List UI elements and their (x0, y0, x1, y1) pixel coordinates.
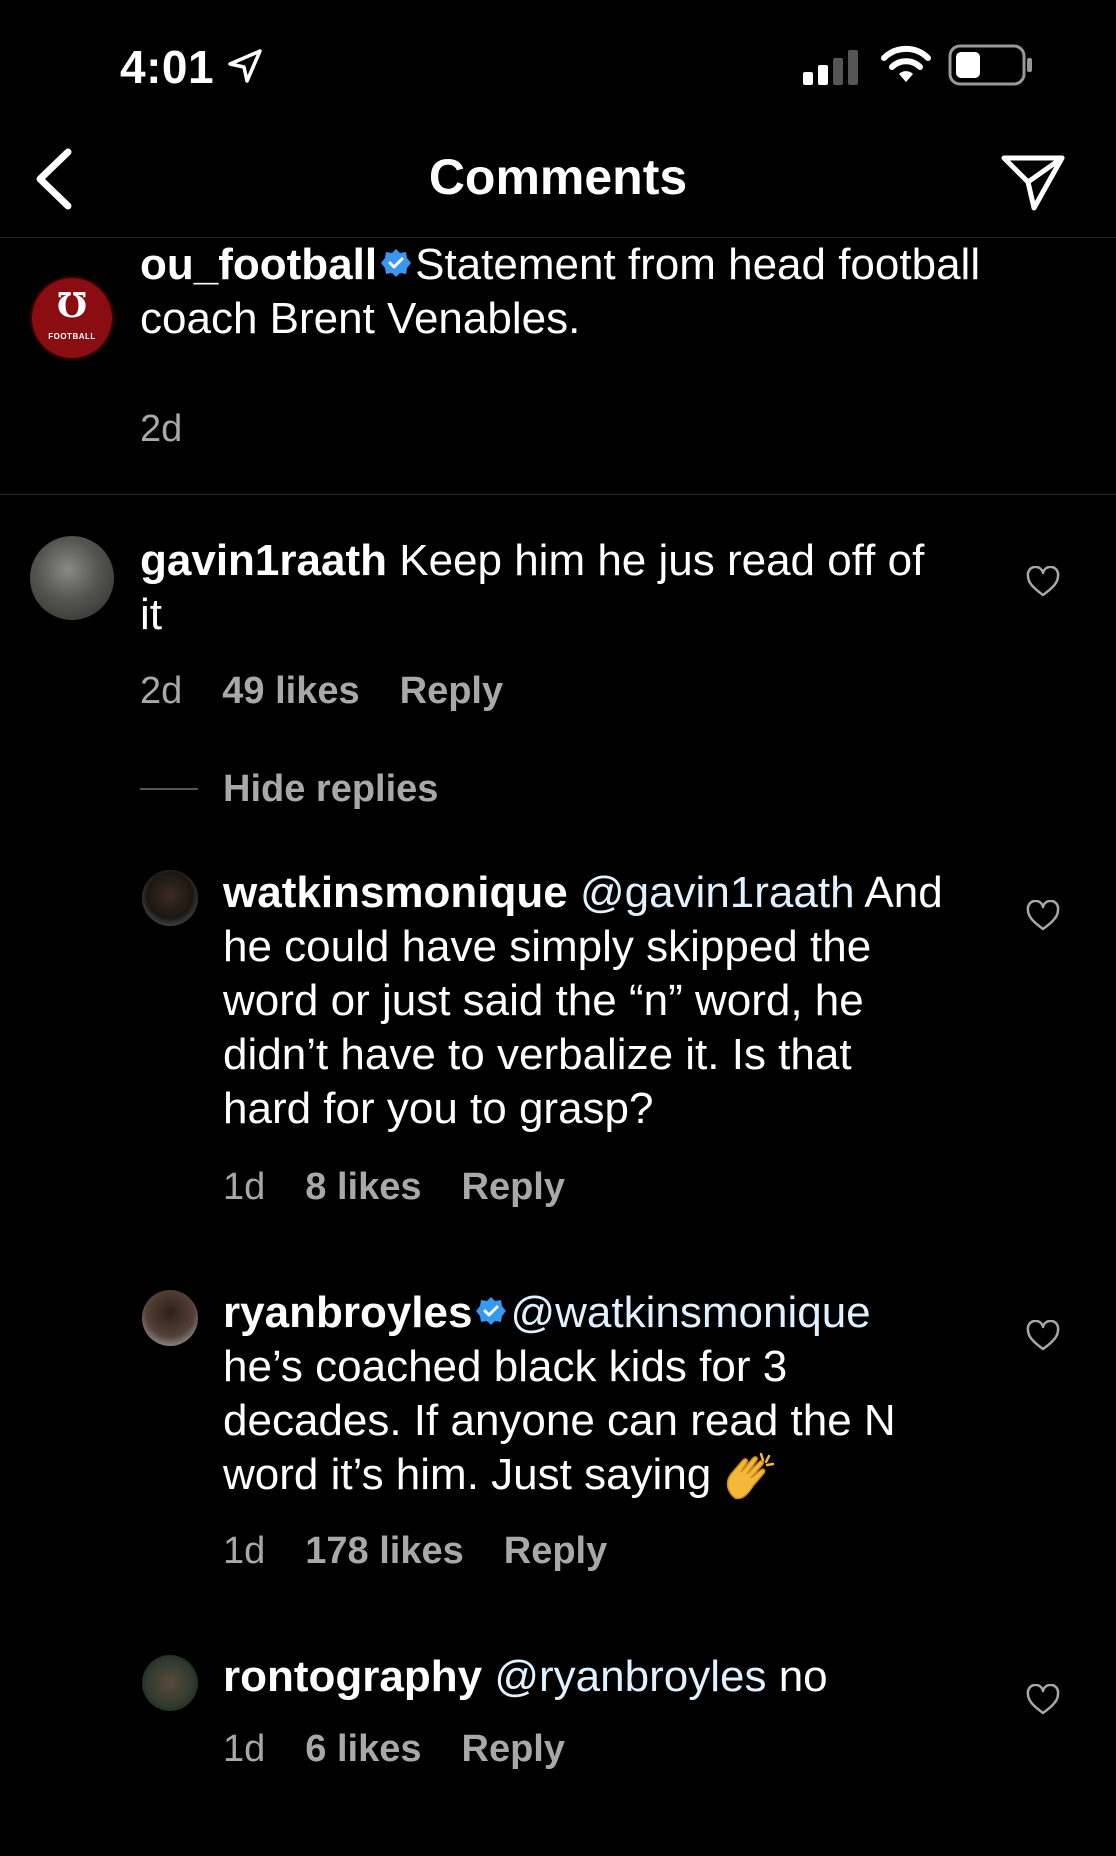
hide-replies-button[interactable]: Hide replies (223, 768, 438, 811)
hide-replies-divider (140, 788, 198, 790)
reply-text-line4: word it’s him. Just saying (223, 1450, 712, 1499)
reply-likes[interactable]: 178 likes (305, 1530, 463, 1572)
reply-time: 1d (223, 1530, 266, 1572)
caption-text-line2: coach Brent Venables. (140, 294, 581, 343)
ou-logo-icon: ℧ (56, 286, 88, 326)
reply-button[interactable]: Reply (400, 670, 503, 712)
reply-text-line1: no (778, 1652, 828, 1701)
reply-text-line5: hard for you to grasp? (223, 1084, 654, 1133)
reply-time: 1d (223, 1166, 266, 1208)
reply-meta: 1d 6 likes Reply (223, 1728, 605, 1771)
reply-likes[interactable]: 6 likes (305, 1728, 421, 1770)
avatar-logo-text: FOOTBALL (48, 332, 96, 341)
reply-text-block: rontography @ryanbroyles no (223, 1650, 1003, 1704)
wifi-icon (881, 45, 931, 82)
reply-text-line3: decades. If anyone can read the N (223, 1396, 896, 1445)
cellular-signal-icon (803, 50, 858, 85)
avatar[interactable] (142, 1290, 198, 1346)
heart-icon[interactable] (1026, 1320, 1060, 1352)
page-title: Comments (428, 149, 688, 205)
comment-text-line2: it (140, 590, 162, 639)
reply-text-line1: And (864, 868, 943, 917)
reply-text-block: ryanbroyles @watkinsmonique he’s coached … (223, 1286, 1003, 1502)
verified-badge-icon (381, 249, 412, 278)
reply-button[interactable]: Reply (462, 1728, 565, 1770)
reply-time: 1d (223, 1728, 266, 1770)
avatar[interactable]: ℧ FOOTBALL (30, 276, 114, 360)
reply-text-line3: word or just said the “n” word, he (223, 976, 864, 1025)
reply-mention[interactable]: @gavin1raath (580, 868, 855, 917)
heart-icon[interactable] (1026, 900, 1060, 932)
reply-username[interactable]: ryanbroyles (223, 1288, 472, 1337)
comment-meta: 2d 49 likes Reply (140, 670, 543, 713)
reply-meta: 1d 178 likes Reply (223, 1530, 647, 1573)
reply-text-line2: he’s coached black kids for 3 (223, 1342, 788, 1391)
post-caption: ℧ FOOTBALL ou_football Statement from hea… (0, 238, 1116, 495)
verified-badge-icon (476, 1297, 507, 1326)
heart-icon[interactable] (1026, 566, 1060, 598)
reply-text-line4: didn’t have to verbalize it. Is that (223, 1030, 852, 1079)
status-time: 4:01 (120, 41, 215, 93)
comment-username[interactable]: gavin1raath (140, 536, 387, 585)
caption-text-block: ou_football Statement from head football … (140, 238, 1080, 346)
avatar[interactable] (30, 536, 114, 620)
comment-time: 2d (140, 670, 183, 712)
status-bar: 4:01 (0, 0, 1116, 130)
caption-username[interactable]: ou_football (140, 240, 377, 289)
reply-text-block: watkinsmonique @gavin1raath And he could… (223, 866, 1003, 1136)
comment-text-block: gavin1raath Keep him he jus read off of … (140, 534, 980, 642)
heart-icon[interactable] (1026, 1684, 1060, 1716)
caption-time: 2d (140, 408, 183, 450)
reply-meta: 1d 8 likes Reply (223, 1166, 605, 1209)
reply-username[interactable]: rontography (223, 1652, 482, 1701)
comment-text-line1: Keep him he jus read off of (399, 536, 925, 585)
reply-mention[interactable]: @watkinsmonique (510, 1288, 870, 1337)
reply-button[interactable]: Reply (504, 1530, 607, 1572)
clapping-hands-emoji (727, 1453, 775, 1500)
location-arrow-icon (228, 49, 262, 83)
reply-text-line2: he could have simply skipped the (223, 922, 872, 971)
send-icon[interactable] (1000, 152, 1066, 212)
avatar[interactable] (142, 870, 198, 926)
nav-bar: Comments (0, 130, 1116, 238)
battery-icon (948, 44, 1032, 86)
reply-username[interactable]: watkinsmonique (223, 868, 568, 917)
avatar[interactable] (142, 1655, 198, 1711)
caption-meta: 2d (140, 408, 222, 451)
comment-likes[interactable]: 49 likes (222, 670, 359, 712)
reply-likes[interactable]: 8 likes (305, 1166, 421, 1208)
reply-button[interactable]: Reply (462, 1166, 565, 1208)
reply-mention[interactable]: @ryanbroyles (494, 1652, 766, 1701)
caption-text-line1: Statement from head football (415, 240, 981, 289)
